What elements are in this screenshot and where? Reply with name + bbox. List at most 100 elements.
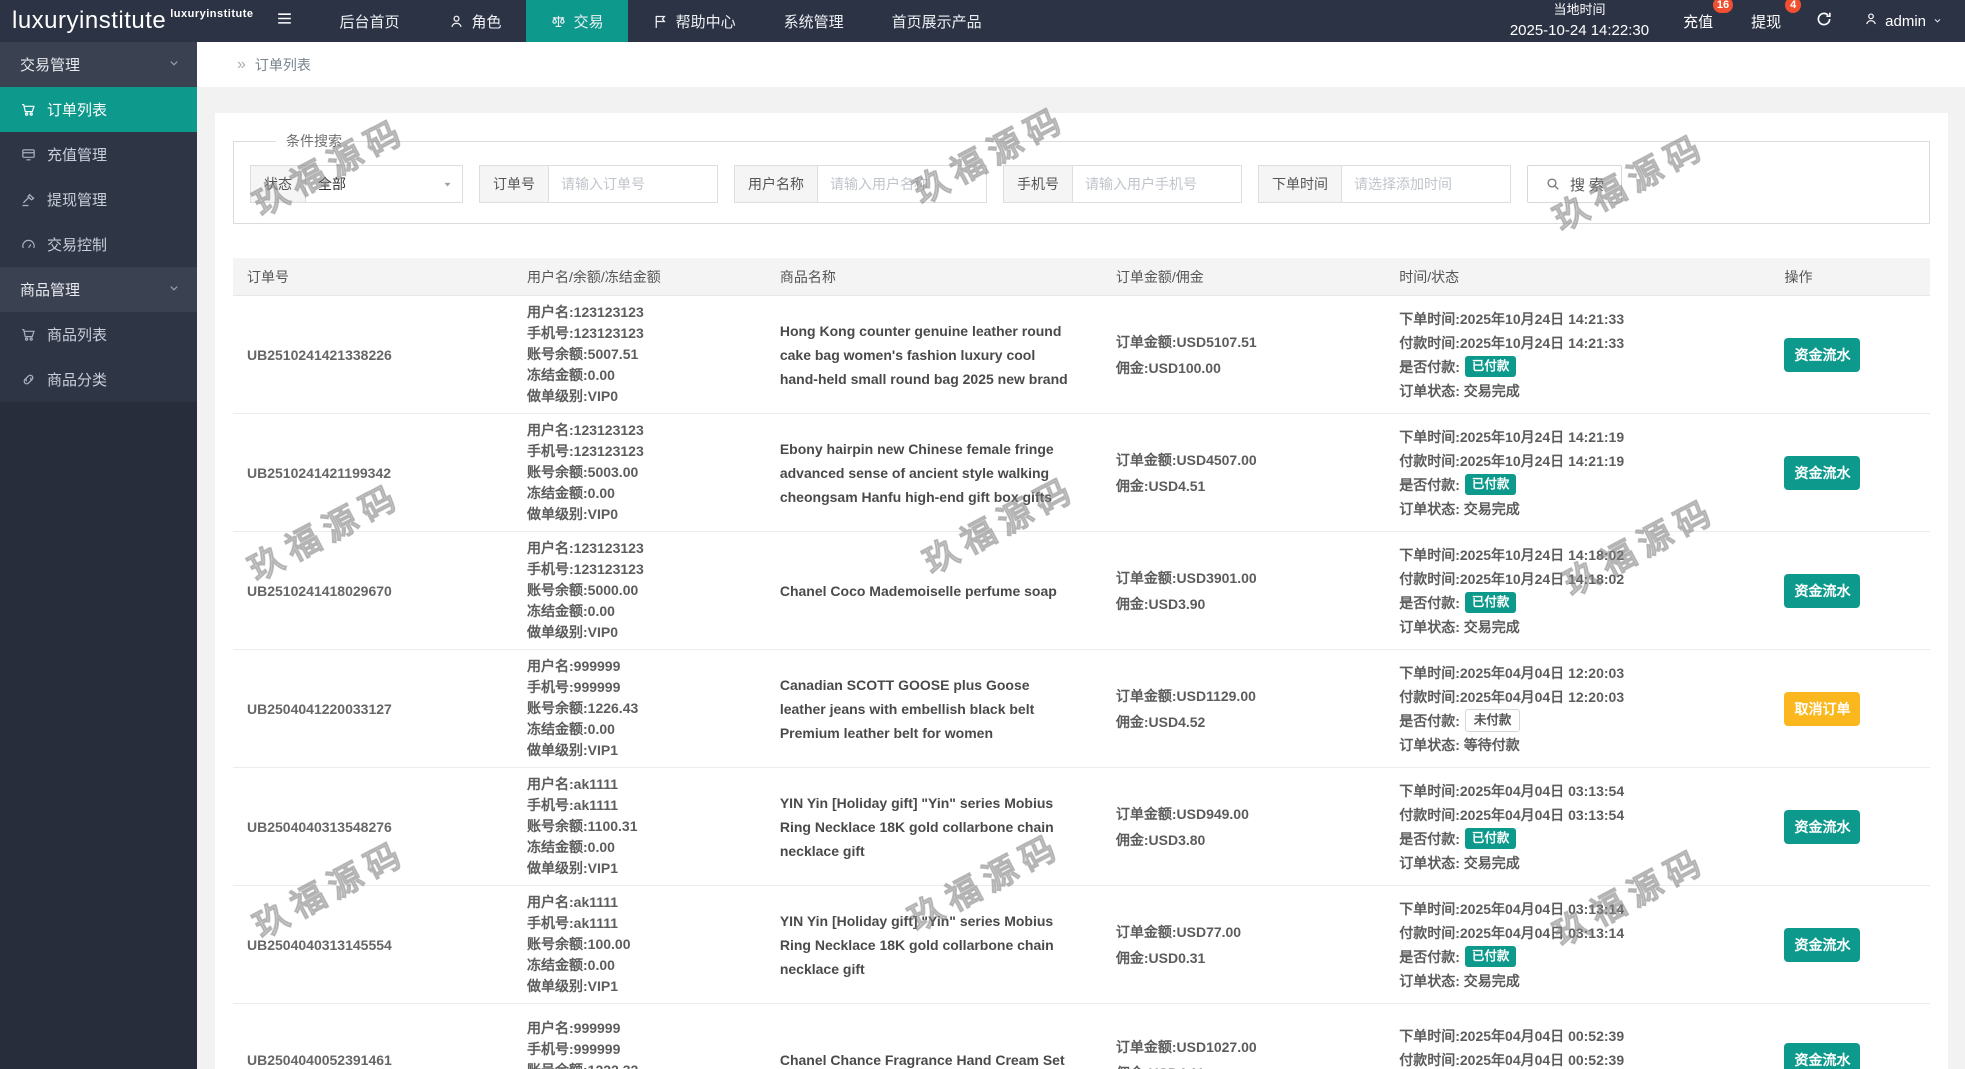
funds-flow-button[interactable]: 资金流水 [1784,1043,1861,1069]
sidebar-item-trade-control[interactable]: 交易控制 [0,222,197,267]
user-info: 用户名:123123123 手机号:123123123 账号余额:5007.51 冻结… [513,302,766,407]
search-icon [1545,176,1561,192]
sidebar-item-recharge-management[interactable]: 充值管理 [0,132,197,177]
amount-line: 订单金额:USD5107.51 [1115,333,1257,350]
product-name: Canadian SCOTT GOOSE plus Goose leather … [779,676,1035,741]
chevron-down-icon [1932,13,1943,30]
admin-menu[interactable]: admin [1863,11,1943,31]
local-time: 当地时间 2025-10-24 14:22:30 [1510,1,1649,42]
main-content: » 订单列表 条件搜索 状态全部订单号用户名称手机号下单时间 搜 索 订单号用户… [197,42,1965,1069]
table-body: UB2510241421338226 用户名:123123123 手机号:12312… [233,296,1930,1069]
order-no: UB2504040052391461 [247,1052,392,1068]
pay-status-label: 是否付款: [1399,830,1460,847]
caret-down-icon [441,178,454,191]
nav-item-trade[interactable]: 交易 [525,0,628,42]
search-button[interactable]: 搜 索 [1527,165,1623,203]
sidebar-group-product-management[interactable]: 商品管理 [0,267,197,312]
filter-order-time-input[interactable] [1341,165,1511,203]
actions-cell: 取消订单 [1770,691,1930,726]
order-amount: 订单金额:USD5107.51 佣金:USD100.00 [1102,329,1385,381]
pay-status-line: 是否付款: 已付款 [1399,473,1756,497]
refresh-button[interactable] [1815,10,1833,33]
withdraw-button[interactable]: 提现 4 [1747,0,1802,34]
scale-icon [550,13,567,30]
person-icon [448,13,465,30]
funds-flow-button[interactable]: 资金流水 [1784,809,1861,844]
filter-phone: 手机号 [1003,165,1242,203]
time-line: 付款时间:2025年10月24日 14:21:19 [1399,452,1625,469]
user-info-line: 用户名:ak1111 [527,894,619,910]
nav-item-homepage-products[interactable]: 首页展示产品 [868,0,1006,42]
filter-username-label: 用户名称 [734,165,817,203]
cart-icon [20,326,37,343]
sidebar-item-product-list[interactable]: 商品列表 [0,312,197,357]
time-status: 下单时间:2025年10月24日 14:18:02 付款时间:2025年10月24… [1385,543,1770,639]
nav-item-help-center[interactable]: 帮助中心 [628,0,760,42]
column-header: 操作 [1784,268,1813,285]
pay-status-badge: 已付款 [1464,945,1517,968]
filter-order-no-input[interactable] [548,165,718,203]
filter-order-time: 下单时间 [1258,165,1511,203]
user-info-line: 做单级别:VIP0 [527,624,619,640]
table-row: UB2504040313145554 用户名:ak1111 手机号:ak1111 账号… [233,886,1930,1004]
user-info-line: 用户名:123123123 [527,422,644,438]
column-header: 时间/状态 [1399,268,1460,285]
sidebar-group-label: 交易管理 [20,57,81,74]
search-button-label: 搜 索 [1570,176,1605,194]
nav-item-label: 系统管理 [783,13,844,31]
cancel-order-button[interactable]: 取消订单 [1784,691,1861,726]
withdraw-label: 提现 [1751,13,1782,31]
user-info-line: 账号余额:100.00 [527,936,631,952]
pay-status-badge: 已付款 [1464,591,1517,614]
actions-cell: 资金流水 [1770,809,1930,844]
sidebar-item-label: 订单列表 [47,102,108,119]
user-info-line: 手机号:123123123 [527,561,644,577]
recharge-badge: 16 [1712,0,1734,13]
user-info-line: 冻结金额:0.00 [527,721,615,737]
time-line: 下单时间:2025年04月04日 12:20:03 [1399,664,1625,681]
gauge-icon [20,236,37,253]
filter-username-input[interactable] [817,165,987,203]
nav-item-roles[interactable]: 角色 [424,0,526,42]
funds-flow-button[interactable]: 资金流水 [1784,573,1861,608]
order-amount: 订单金额:USD4507.00 佣金:USD4.51 [1102,447,1385,499]
funds-flow-button[interactable]: 资金流水 [1784,455,1861,490]
time-status: 下单时间:2025年04月04日 03:13:14 付款时间:2025年04月04… [1385,897,1770,993]
nav-item-system[interactable]: 系统管理 [760,0,868,42]
sidebar-item-product-category[interactable]: 商品分类 [0,357,197,402]
product-name: Chanel Coco Mademoiselle perfume soap [779,582,1057,599]
user-info: 用户名:ak1111 手机号:ak1111 账号余额:1100.31 冻结金额:0.0… [513,774,766,879]
order-status-line: 订单状态: 等待付款 [1399,736,1520,753]
order-no: UB2510241421199342 [247,464,392,481]
column-header: 用户名/余额/冻结金额 [527,268,661,285]
search-panel-legend: 条件搜索 [286,133,342,149]
user-info-line: 账号余额:1222.32 [527,1060,752,1069]
sidebar-item-withdraw-management[interactable]: 提现管理 [0,177,197,222]
time-status: 下单时间:2025年04月04日 00:52:39 付款时间:2025年04月04… [1385,1024,1770,1069]
menu-toggle-button[interactable] [254,0,316,42]
order-amount: 订单金额:USD1027.00 佣金:USD4.11 [1102,1034,1385,1069]
refresh-icon [1815,10,1833,33]
nav-item-dashboard[interactable]: 后台首页 [316,0,424,42]
filter-status-value: 全部 [318,176,346,192]
filter-phone-input[interactable] [1072,165,1242,203]
hamburger-icon [275,9,294,33]
pay-status-label: 是否付款: [1399,594,1460,611]
table-row: UB2504040052391461 用户名:999999 手机号:999999 账号… [233,1004,1930,1069]
funds-flow-button[interactable]: 资金流水 [1784,927,1861,962]
recharge-button[interactable]: 充值 16 [1679,0,1734,34]
pay-status-line: 是否付款: 已付款 [1399,355,1756,379]
table-row: UB2510241421338226 用户名:123123123 手机号:12312… [233,296,1930,414]
filter-status-select[interactable]: 全部 [305,165,463,203]
sidebar-item-label: 交易控制 [47,237,108,254]
user-info-line: 冻结金额:0.00 [527,957,615,973]
sidebar-item-order-list[interactable]: 订单列表 [0,87,197,132]
topbar-right: 当地时间 2025-10-24 14:22:30 充值 16 提现 4 admi… [1510,0,1965,42]
funds-flow-button[interactable]: 资金流水 [1784,337,1861,372]
column-header: 订单金额/佣金 [1115,268,1204,285]
admin-label: admin [1885,12,1926,30]
pay-status-label: 是否付款: [1399,712,1460,729]
user-info-line: 用户名:999999 [527,658,621,674]
user-info: 用户名:ak1111 手机号:ak1111 账号余额:100.00 冻结金额:0.00… [513,892,766,997]
sidebar-group-trade-management[interactable]: 交易管理 [0,42,197,87]
